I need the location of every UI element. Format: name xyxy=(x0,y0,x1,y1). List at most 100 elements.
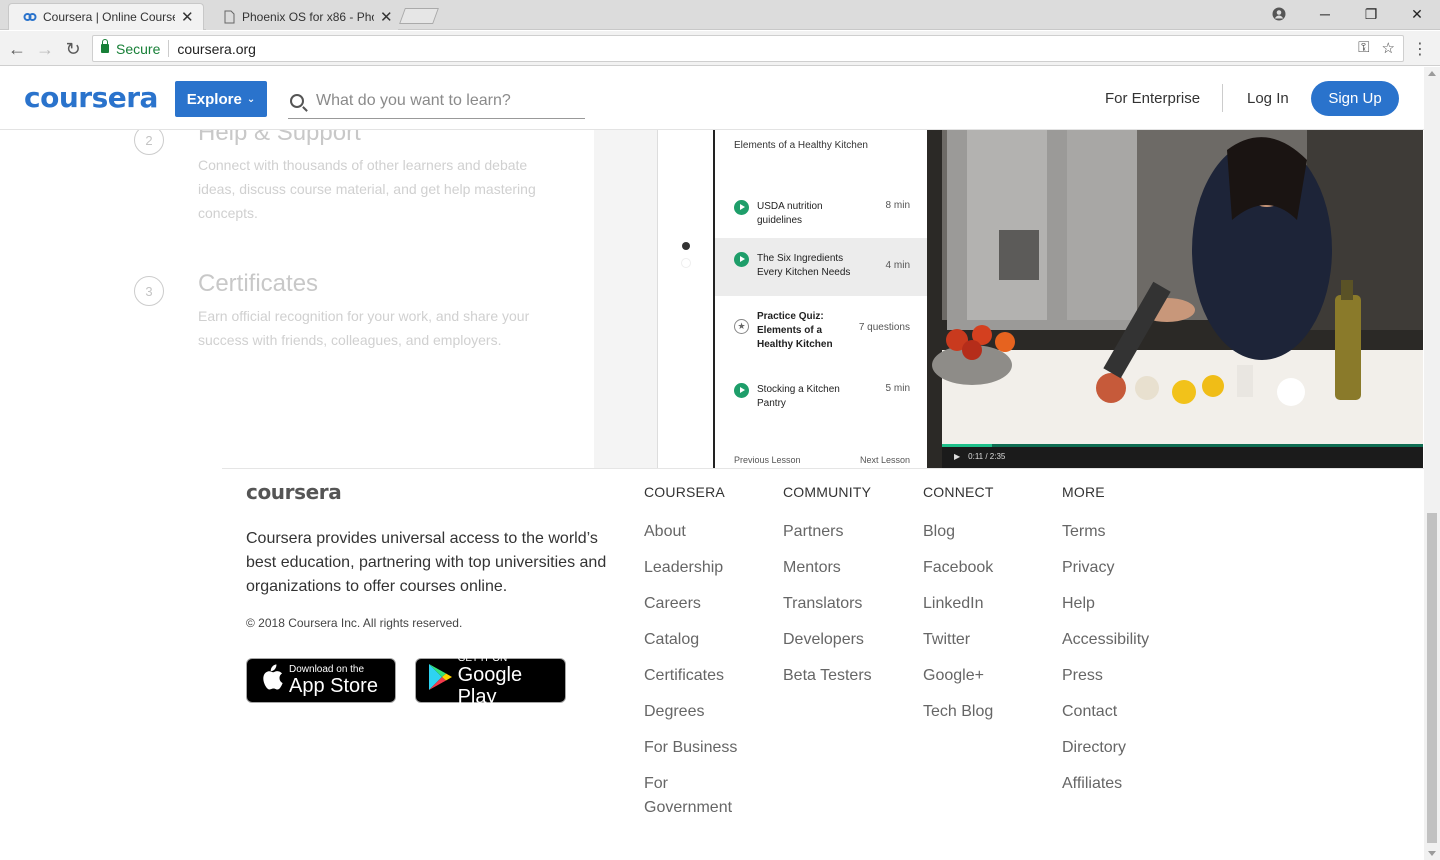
lesson-item[interactable]: The Six Ingredients Every Kitchen Needs … xyxy=(715,238,928,296)
footer-link-press[interactable]: Press xyxy=(1062,664,1172,688)
footer-link-accessibility[interactable]: Accessibility xyxy=(1062,628,1172,652)
lesson-title: The Six Ingredients Every Kitchen Needs xyxy=(757,253,851,278)
footer-link-facebook[interactable]: Facebook xyxy=(923,556,1033,580)
footer-link-contact[interactable]: Contact xyxy=(1062,700,1172,724)
header-divider xyxy=(1222,84,1223,112)
close-tab-icon[interactable]: ✕ xyxy=(380,8,393,26)
footer-link-developers[interactable]: Developers xyxy=(783,628,893,652)
video-frame-image xyxy=(927,130,1423,468)
previous-lesson-link[interactable]: Previous Lesson xyxy=(734,455,801,465)
search-icon xyxy=(290,93,304,108)
lesson-item[interactable]: USDA nutrition guidelines 8 min xyxy=(715,200,928,228)
footer-link-help[interactable]: Help xyxy=(1062,592,1172,616)
play-icon xyxy=(734,200,749,215)
app-store-badge[interactable]: Download on the App Store xyxy=(246,658,396,703)
footer-logo[interactable]: coursera xyxy=(246,480,342,504)
footer-link-beta-testers[interactable]: Beta Testers xyxy=(783,664,893,688)
video-time: 0:11 / 2:35 xyxy=(968,452,1006,461)
explore-button[interactable]: Explore ⌄ xyxy=(175,81,267,117)
video-player[interactable]: ▶ 0:11 / 2:35 xyxy=(927,130,1423,468)
footer-link-degrees[interactable]: Degrees xyxy=(644,700,754,724)
lesson-title: Stocking a Kitchen Pantry xyxy=(757,384,840,409)
video-progress-bar[interactable] xyxy=(942,444,1423,447)
lesson-duration: 5 min xyxy=(885,383,910,394)
tab-coursera[interactable]: Coursera | Online Courses ✕ xyxy=(8,3,204,30)
login-link[interactable]: Log In xyxy=(1247,90,1289,107)
lesson-nav: Previous Lesson Next Lesson xyxy=(734,455,910,465)
forward-icon[interactable]: → xyxy=(34,38,56,60)
google-play-badge[interactable]: GET IT ON Google Play xyxy=(415,653,566,708)
key-icon[interactable]: ⚿ xyxy=(1358,39,1369,57)
minimize-icon[interactable]: ─ xyxy=(1302,0,1348,28)
footer-divider xyxy=(222,468,1424,469)
new-tab-button[interactable] xyxy=(399,8,439,24)
lesson-item[interactable]: Stocking a Kitchen Pantry 5 min xyxy=(715,383,928,411)
secure-label: Secure xyxy=(116,40,161,57)
footer-link-terms[interactable]: Terms xyxy=(1062,520,1172,544)
google-play-icon xyxy=(428,663,458,698)
footer-column-community: COMMUNITY Partners Mentors Translators D… xyxy=(783,484,893,688)
maximize-icon[interactable]: ❐ xyxy=(1348,0,1394,28)
footer-link-partners[interactable]: Partners xyxy=(783,520,893,544)
bookmark-star-icon[interactable]: ☆ xyxy=(1382,39,1395,57)
footer-column-heading: MORE xyxy=(1062,484,1105,500)
footer-link-tech-blog[interactable]: Tech Blog xyxy=(923,700,1033,724)
footer-link-mentors[interactable]: Mentors xyxy=(783,556,893,580)
footer-link-catalog[interactable]: Catalog xyxy=(644,628,754,652)
window-close-icon[interactable]: ✕ xyxy=(1394,0,1440,28)
quiz-star-icon: ★ xyxy=(734,319,749,334)
signup-button[interactable]: Sign Up xyxy=(1311,81,1399,116)
feature-number: 3 xyxy=(134,276,164,306)
footer-link-leadership[interactable]: Leadership xyxy=(644,556,754,580)
footer-link-twitter[interactable]: Twitter xyxy=(923,628,1033,652)
play-button-icon[interactable]: ▶ xyxy=(954,452,960,461)
lesson-duration: 8 min xyxy=(885,200,910,211)
next-lesson-link[interactable]: Next Lesson xyxy=(860,455,910,465)
lesson-list: Elements of a Healthy Kitchen USDA nutri… xyxy=(713,130,928,468)
address-bar: ← → ↻ Secure coursera.org ⚿ ☆ ⋮ xyxy=(0,31,1440,66)
footer-link-certificates[interactable]: Certificates xyxy=(644,664,754,688)
omnibox[interactable]: Secure coursera.org ⚿ ☆ xyxy=(92,35,1404,62)
back-icon[interactable]: ← xyxy=(6,38,28,60)
scroll-down-icon[interactable] xyxy=(1428,851,1436,856)
footer-link-for-business[interactable]: For Business xyxy=(644,736,754,760)
page-scrollbar[interactable] xyxy=(1424,67,1440,860)
footer-link-about[interactable]: About xyxy=(644,520,754,544)
explore-label: Explore xyxy=(186,90,242,108)
search-placeholder: What do you want to learn? xyxy=(316,91,511,109)
footer-link-blog[interactable]: Blog xyxy=(923,520,1033,544)
site-header: coursera Explore ⌄ What do you want to l… xyxy=(0,67,1424,130)
footer-link-linkedin[interactable]: LinkedIn xyxy=(923,592,1033,616)
coursera-logo[interactable]: coursera xyxy=(24,81,158,114)
for-enterprise-link[interactable]: For Enterprise xyxy=(1105,90,1200,107)
profile-icon[interactable] xyxy=(1256,0,1302,28)
secure-indicator[interactable]: Secure xyxy=(101,39,161,57)
feature-description: Earn official recognition for your work,… xyxy=(198,308,530,348)
tab-phoenix[interactable]: Phoenix OS for x86 - Phoenix ✕ xyxy=(206,3,398,30)
reload-icon[interactable]: ↻ xyxy=(62,38,84,60)
chevron-down-icon: ⌄ xyxy=(246,93,256,105)
lesson-title: USDA nutrition guidelines xyxy=(757,201,823,226)
video-controls[interactable]: ▶ 0:11 / 2:35 xyxy=(942,444,1423,468)
close-tab-icon[interactable]: ✕ xyxy=(181,8,194,26)
footer-column-more: MORE Terms Privacy Help Accessibility Pr… xyxy=(1062,484,1172,796)
footer-link-directory[interactable]: Directory xyxy=(1062,736,1172,760)
app-store-big: App Store xyxy=(289,675,378,697)
footer-link-google-plus[interactable]: Google+ xyxy=(923,664,1033,688)
lesson-item[interactable]: ★ Practice Quiz: Elements of a Healthy K… xyxy=(715,310,928,352)
browser-tab-bar: Coursera | Online Courses ✕ Phoenix OS f… xyxy=(0,0,1440,30)
scroll-up-icon[interactable] xyxy=(1428,71,1436,76)
tablet-camera xyxy=(682,242,690,250)
app-store-small: Download on the xyxy=(289,664,365,675)
footer-column-heading: COURSERA xyxy=(644,484,725,500)
footer-link-careers[interactable]: Careers xyxy=(644,592,754,616)
search-input[interactable]: What do you want to learn? xyxy=(288,83,585,119)
footer-link-translators[interactable]: Translators xyxy=(783,592,893,616)
footer-link-affiliates[interactable]: Affiliates xyxy=(1062,772,1172,796)
browser-menu-icon[interactable]: ⋮ xyxy=(1412,39,1428,59)
url-text[interactable]: coursera.org xyxy=(177,41,256,57)
footer-link-for-government[interactable]: For Government xyxy=(644,772,740,820)
footer-link-privacy[interactable]: Privacy xyxy=(1062,556,1172,580)
footer-column-heading: CONNECT xyxy=(923,484,994,500)
scrollbar-thumb[interactable] xyxy=(1427,513,1437,843)
